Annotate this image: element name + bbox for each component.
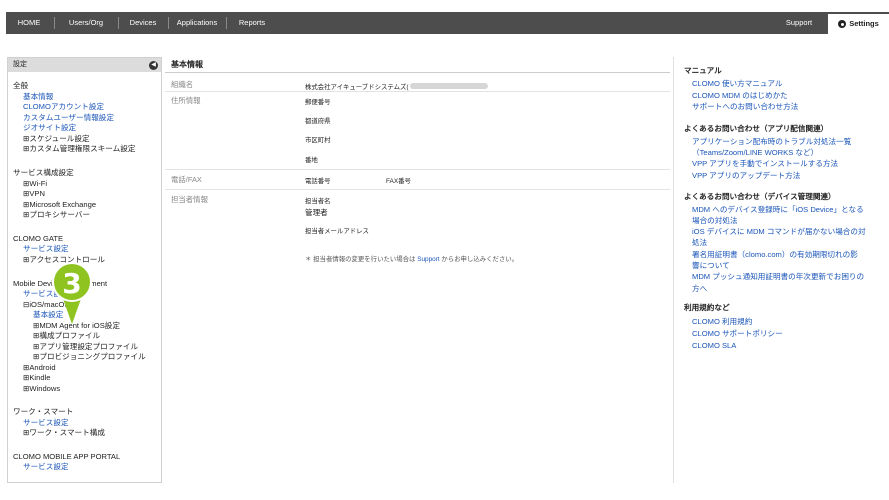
nav-support[interactable]: Support <box>776 12 822 34</box>
prefecture-label: 都道府県 <box>305 118 331 125</box>
title-divider <box>165 72 670 73</box>
fax-label: FAX番号 <box>386 178 411 185</box>
help-link[interactable]: CLOMO SLA <box>692 341 736 352</box>
sidebar-item[interactable]: ジオサイト設定 <box>23 123 76 133</box>
nav-reports[interactable]: Reports <box>228 12 276 34</box>
help-link[interactable]: MDM へのデバイス登録時に「iOS Device」となる <box>692 205 864 216</box>
help-link[interactable]: CLOMO 使い方マニュアル <box>692 79 782 90</box>
help-link[interactable]: VPP アプリを手動でインストールする方法 <box>692 159 838 170</box>
sidebar-item[interactable]: ⊞ワーク・スマート構成 <box>23 428 105 438</box>
phone-label: 電話番号 <box>305 178 331 185</box>
contact-email-label: 担当者メールアドレス <box>305 228 369 235</box>
nav-devices[interactable]: Devices <box>120 12 166 34</box>
postal-code-label: 郵便番号 <box>305 99 331 106</box>
sidebar-item[interactable]: ⊞カスタム管理権限スキーム設定 <box>23 144 135 154</box>
nav-users-org[interactable]: Users/Org <box>56 12 116 34</box>
help-link[interactable]: MDM プッシュ通知用証明書の年次更新でお困りの <box>692 272 864 283</box>
sidebar-item[interactable]: CLOMOアカウント設定 <box>23 102 104 112</box>
contact-name-value: 管理者 <box>305 208 328 217</box>
sidebar-item[interactable]: ⊞Wi-Fi <box>23 179 47 189</box>
nav-separator <box>168 17 169 29</box>
help-link[interactable]: VPP アプリのアップデート方法 <box>692 171 800 182</box>
sidebar-item[interactable]: ⊞Android <box>23 363 56 373</box>
contact-name-label: 担当者名 <box>305 198 331 205</box>
page-title: 基本情報 <box>171 60 203 69</box>
help-link[interactable]: CLOMO サポートポリシー <box>692 329 783 340</box>
row-divider <box>165 169 670 170</box>
note-suffix: からお申し込みください。 <box>441 256 519 263</box>
sidebar-header-title: 設定 <box>13 61 27 68</box>
sidebar-item[interactable]: 基本情報 <box>23 92 53 102</box>
org-label: 組織名 <box>171 80 194 89</box>
sidebar-item[interactable]: ⊞プロビジョニングプロファイル <box>33 352 146 362</box>
help-links-panel: マニュアル CLOMO 使い方マニュアル CLOMO MDM のはじめかた サポートへ… <box>673 57 889 483</box>
support-link[interactable]: Support <box>417 256 439 263</box>
help-link[interactable]: 処法 <box>692 238 707 249</box>
help-link[interactable]: 方へ <box>692 284 707 295</box>
step-number-badge: 3 <box>52 262 92 302</box>
nav-applications[interactable]: Applications <box>170 12 224 34</box>
note-prefix: ＊ 担当者情報の変更を行いたい場合は <box>305 256 416 263</box>
help-link[interactable]: iOS デバイスに MDM コマンドが届かない場合の対 <box>692 227 866 238</box>
help-link[interactable]: CLOMO 利用規約 <box>692 317 752 328</box>
help-link[interactable]: 署名用証明書（clomo.com）の有効期限切れの影 <box>692 250 858 261</box>
org-value: 株式会社アイキューブドシステムズ( <box>305 84 409 91</box>
sidebar-item[interactable]: ⊞プロキシサーバー <box>23 210 90 220</box>
help-link[interactable]: アプリケーション配布時のトラブル対処法一覧 <box>692 137 851 148</box>
city-label: 市区町村 <box>305 137 331 144</box>
support-note: ＊ 担当者情報の変更を行いたい場合は Support からお申し込みください。 <box>305 254 518 263</box>
nav-separator <box>54 17 55 29</box>
row-divider <box>165 189 670 190</box>
sidebar-item[interactable]: ⊞Windows <box>23 384 60 394</box>
sidebar-item[interactable]: カスタムユーザー情報設定 <box>23 113 114 123</box>
nav-separator <box>118 17 119 29</box>
contact-label: 担当者情報 <box>171 195 208 204</box>
nav-settings-tab[interactable]: Settings <box>828 14 889 34</box>
sidebar-section-heading: 全般 <box>13 81 29 90</box>
sidebar-item[interactable]: 基本設定 <box>33 310 63 320</box>
help-section-heading: よくあるお問い合わせ（デバイス管理関連） <box>684 192 836 201</box>
gear-icon <box>838 20 847 28</box>
phone-fax-label: 電話/FAX <box>171 175 202 184</box>
sidebar-item[interactable]: ⊞Kindle <box>23 373 50 383</box>
sidebar-section-heading: CLOMO MOBILE APP PORTAL <box>13 452 121 461</box>
sidebar-item[interactable]: ⊞Microsoft Exchange <box>23 200 96 210</box>
help-section-heading: 利用規約など <box>684 303 730 312</box>
sidebar-item[interactable]: ⊞スケジュール設定 <box>23 134 90 144</box>
help-link[interactable]: 場合の対処法 <box>692 216 738 227</box>
street-label: 番地 <box>305 157 318 164</box>
sidebar-section-heading: ワーク・スマート <box>13 407 74 416</box>
redacted-org-name <box>410 83 488 89</box>
sidebar-header: 設定 ◀ <box>8 58 161 72</box>
sidebar-section-heading: サービス構成設定 <box>13 168 74 177</box>
nav-home[interactable]: HOME <box>6 12 52 34</box>
sidebar-item[interactable]: サービス設定 <box>23 244 69 254</box>
help-section-heading: マニュアル <box>684 66 722 75</box>
help-section-heading: よくあるお問い合わせ（アプリ配信関連） <box>684 124 829 133</box>
sidebar-item[interactable]: ⊞構成プロファイル <box>33 331 100 341</box>
help-link[interactable]: （Teams/Zoom/LINE WORKS など） <box>692 148 818 159</box>
top-navigation-bar: HOME Users/Org Devices Applications Repo… <box>6 12 889 34</box>
nav-separator <box>226 17 227 29</box>
help-link[interactable]: 響について <box>692 261 730 272</box>
help-link[interactable]: サポートへのお問い合わせ方法 <box>692 102 798 113</box>
row-divider <box>165 91 670 92</box>
nav-settings-label: Settings <box>849 19 879 28</box>
sidebar-section-heading: CLOMO GATE <box>13 234 64 243</box>
help-link[interactable]: CLOMO MDM のはじめかた <box>692 91 788 102</box>
sidebar-item[interactable]: サービス設定 <box>23 418 69 428</box>
sidebar-item[interactable]: ⊞VPN <box>23 189 45 199</box>
chevron-left-icon[interactable]: ◀ <box>149 60 158 70</box>
sidebar-item[interactable]: ⊞アプリ管理設定プロファイル <box>33 342 138 352</box>
sidebar-item[interactable]: サービス設定 <box>23 462 69 472</box>
address-label: 住所情報 <box>171 96 201 105</box>
